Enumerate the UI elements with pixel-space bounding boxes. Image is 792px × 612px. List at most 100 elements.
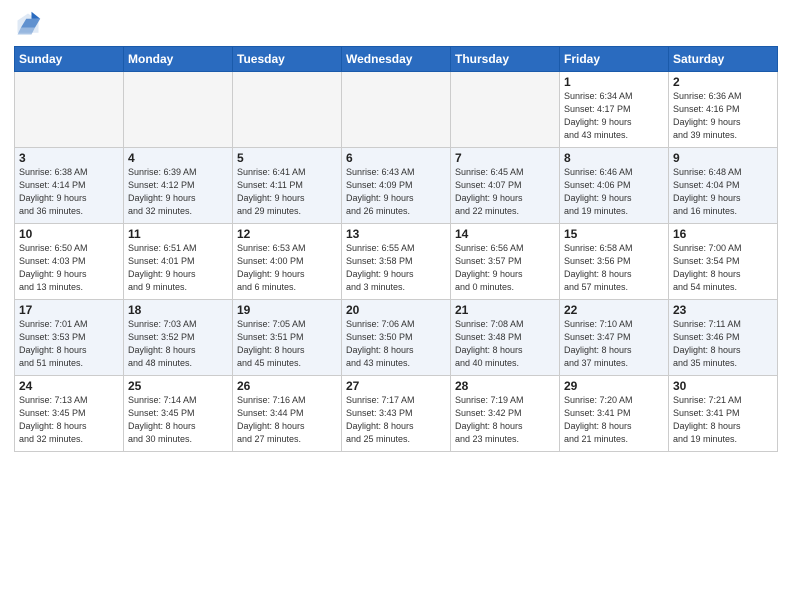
day-number: 18 xyxy=(128,303,228,317)
day-info: Sunrise: 6:56 AM Sunset: 3:57 PM Dayligh… xyxy=(455,242,555,294)
calendar-cell: 9Sunrise: 6:48 AM Sunset: 4:04 PM Daylig… xyxy=(669,148,778,224)
calendar-cell: 11Sunrise: 6:51 AM Sunset: 4:01 PM Dayli… xyxy=(124,224,233,300)
calendar-cell: 26Sunrise: 7:16 AM Sunset: 3:44 PM Dayli… xyxy=(233,376,342,452)
day-info: Sunrise: 7:11 AM Sunset: 3:46 PM Dayligh… xyxy=(673,318,773,370)
calendar-cell: 14Sunrise: 6:56 AM Sunset: 3:57 PM Dayli… xyxy=(451,224,560,300)
day-info: Sunrise: 7:14 AM Sunset: 3:45 PM Dayligh… xyxy=(128,394,228,446)
logo-icon xyxy=(14,10,42,38)
day-info: Sunrise: 6:55 AM Sunset: 3:58 PM Dayligh… xyxy=(346,242,446,294)
day-number: 26 xyxy=(237,379,337,393)
calendar-cell: 12Sunrise: 6:53 AM Sunset: 4:00 PM Dayli… xyxy=(233,224,342,300)
calendar-cell xyxy=(451,72,560,148)
day-info: Sunrise: 7:13 AM Sunset: 3:45 PM Dayligh… xyxy=(19,394,119,446)
calendar-cell: 17Sunrise: 7:01 AM Sunset: 3:53 PM Dayli… xyxy=(15,300,124,376)
calendar-cell: 15Sunrise: 6:58 AM Sunset: 3:56 PM Dayli… xyxy=(560,224,669,300)
day-number: 29 xyxy=(564,379,664,393)
calendar-cell: 19Sunrise: 7:05 AM Sunset: 3:51 PM Dayli… xyxy=(233,300,342,376)
day-info: Sunrise: 6:43 AM Sunset: 4:09 PM Dayligh… xyxy=(346,166,446,218)
day-number: 11 xyxy=(128,227,228,241)
calendar-cell: 22Sunrise: 7:10 AM Sunset: 3:47 PM Dayli… xyxy=(560,300,669,376)
day-number: 15 xyxy=(564,227,664,241)
calendar-cell: 25Sunrise: 7:14 AM Sunset: 3:45 PM Dayli… xyxy=(124,376,233,452)
day-number: 28 xyxy=(455,379,555,393)
day-number: 6 xyxy=(346,151,446,165)
day-info: Sunrise: 7:00 AM Sunset: 3:54 PM Dayligh… xyxy=(673,242,773,294)
calendar-week-row: 10Sunrise: 6:50 AM Sunset: 4:03 PM Dayli… xyxy=(15,224,778,300)
calendar-week-row: 24Sunrise: 7:13 AM Sunset: 3:45 PM Dayli… xyxy=(15,376,778,452)
day-number: 4 xyxy=(128,151,228,165)
day-info: Sunrise: 7:20 AM Sunset: 3:41 PM Dayligh… xyxy=(564,394,664,446)
day-info: Sunrise: 7:19 AM Sunset: 3:42 PM Dayligh… xyxy=(455,394,555,446)
day-info: Sunrise: 6:48 AM Sunset: 4:04 PM Dayligh… xyxy=(673,166,773,218)
calendar-week-row: 1Sunrise: 6:34 AM Sunset: 4:17 PM Daylig… xyxy=(15,72,778,148)
day-info: Sunrise: 7:17 AM Sunset: 3:43 PM Dayligh… xyxy=(346,394,446,446)
calendar-cell: 21Sunrise: 7:08 AM Sunset: 3:48 PM Dayli… xyxy=(451,300,560,376)
weekday-header-row: SundayMondayTuesdayWednesdayThursdayFrid… xyxy=(15,47,778,72)
day-info: Sunrise: 7:03 AM Sunset: 3:52 PM Dayligh… xyxy=(128,318,228,370)
day-info: Sunrise: 6:53 AM Sunset: 4:00 PM Dayligh… xyxy=(237,242,337,294)
day-info: Sunrise: 6:34 AM Sunset: 4:17 PM Dayligh… xyxy=(564,90,664,142)
day-info: Sunrise: 7:08 AM Sunset: 3:48 PM Dayligh… xyxy=(455,318,555,370)
day-number: 24 xyxy=(19,379,119,393)
day-info: Sunrise: 6:36 AM Sunset: 4:16 PM Dayligh… xyxy=(673,90,773,142)
calendar-cell: 6Sunrise: 6:43 AM Sunset: 4:09 PM Daylig… xyxy=(342,148,451,224)
logo xyxy=(14,10,46,38)
day-number: 8 xyxy=(564,151,664,165)
day-info: Sunrise: 7:05 AM Sunset: 3:51 PM Dayligh… xyxy=(237,318,337,370)
day-number: 9 xyxy=(673,151,773,165)
weekday-header-friday: Friday xyxy=(560,47,669,72)
day-number: 21 xyxy=(455,303,555,317)
day-number: 12 xyxy=(237,227,337,241)
day-number: 30 xyxy=(673,379,773,393)
day-number: 22 xyxy=(564,303,664,317)
day-info: Sunrise: 6:41 AM Sunset: 4:11 PM Dayligh… xyxy=(237,166,337,218)
day-number: 20 xyxy=(346,303,446,317)
day-info: Sunrise: 6:51 AM Sunset: 4:01 PM Dayligh… xyxy=(128,242,228,294)
day-info: Sunrise: 6:39 AM Sunset: 4:12 PM Dayligh… xyxy=(128,166,228,218)
calendar-cell: 30Sunrise: 7:21 AM Sunset: 3:41 PM Dayli… xyxy=(669,376,778,452)
day-info: Sunrise: 7:01 AM Sunset: 3:53 PM Dayligh… xyxy=(19,318,119,370)
calendar-cell: 8Sunrise: 6:46 AM Sunset: 4:06 PM Daylig… xyxy=(560,148,669,224)
day-number: 3 xyxy=(19,151,119,165)
weekday-header-monday: Monday xyxy=(124,47,233,72)
day-number: 14 xyxy=(455,227,555,241)
weekday-header-saturday: Saturday xyxy=(669,47,778,72)
calendar-cell: 27Sunrise: 7:17 AM Sunset: 3:43 PM Dayli… xyxy=(342,376,451,452)
day-info: Sunrise: 7:10 AM Sunset: 3:47 PM Dayligh… xyxy=(564,318,664,370)
weekday-header-wednesday: Wednesday xyxy=(342,47,451,72)
calendar-cell: 23Sunrise: 7:11 AM Sunset: 3:46 PM Dayli… xyxy=(669,300,778,376)
calendar-cell: 18Sunrise: 7:03 AM Sunset: 3:52 PM Dayli… xyxy=(124,300,233,376)
day-number: 25 xyxy=(128,379,228,393)
calendar-week-row: 3Sunrise: 6:38 AM Sunset: 4:14 PM Daylig… xyxy=(15,148,778,224)
day-info: Sunrise: 6:45 AM Sunset: 4:07 PM Dayligh… xyxy=(455,166,555,218)
calendar-cell: 20Sunrise: 7:06 AM Sunset: 3:50 PM Dayli… xyxy=(342,300,451,376)
day-number: 10 xyxy=(19,227,119,241)
calendar-cell: 24Sunrise: 7:13 AM Sunset: 3:45 PM Dayli… xyxy=(15,376,124,452)
weekday-header-sunday: Sunday xyxy=(15,47,124,72)
day-info: Sunrise: 6:46 AM Sunset: 4:06 PM Dayligh… xyxy=(564,166,664,218)
calendar-cell: 10Sunrise: 6:50 AM Sunset: 4:03 PM Dayli… xyxy=(15,224,124,300)
calendar-cell: 7Sunrise: 6:45 AM Sunset: 4:07 PM Daylig… xyxy=(451,148,560,224)
day-number: 27 xyxy=(346,379,446,393)
weekday-header-thursday: Thursday xyxy=(451,47,560,72)
calendar-cell: 3Sunrise: 6:38 AM Sunset: 4:14 PM Daylig… xyxy=(15,148,124,224)
calendar-cell xyxy=(124,72,233,148)
calendar-cell: 4Sunrise: 6:39 AM Sunset: 4:12 PM Daylig… xyxy=(124,148,233,224)
day-number: 16 xyxy=(673,227,773,241)
day-number: 7 xyxy=(455,151,555,165)
calendar-cell: 29Sunrise: 7:20 AM Sunset: 3:41 PM Dayli… xyxy=(560,376,669,452)
calendar-cell: 13Sunrise: 6:55 AM Sunset: 3:58 PM Dayli… xyxy=(342,224,451,300)
day-number: 5 xyxy=(237,151,337,165)
day-number: 2 xyxy=(673,75,773,89)
calendar-cell xyxy=(15,72,124,148)
day-info: Sunrise: 7:21 AM Sunset: 3:41 PM Dayligh… xyxy=(673,394,773,446)
page-header xyxy=(14,10,778,38)
day-info: Sunrise: 6:50 AM Sunset: 4:03 PM Dayligh… xyxy=(19,242,119,294)
day-number: 19 xyxy=(237,303,337,317)
calendar-cell: 28Sunrise: 7:19 AM Sunset: 3:42 PM Dayli… xyxy=(451,376,560,452)
day-number: 23 xyxy=(673,303,773,317)
calendar-cell: 1Sunrise: 6:34 AM Sunset: 4:17 PM Daylig… xyxy=(560,72,669,148)
calendar-cell xyxy=(233,72,342,148)
day-number: 1 xyxy=(564,75,664,89)
calendar-table: SundayMondayTuesdayWednesdayThursdayFrid… xyxy=(14,46,778,452)
